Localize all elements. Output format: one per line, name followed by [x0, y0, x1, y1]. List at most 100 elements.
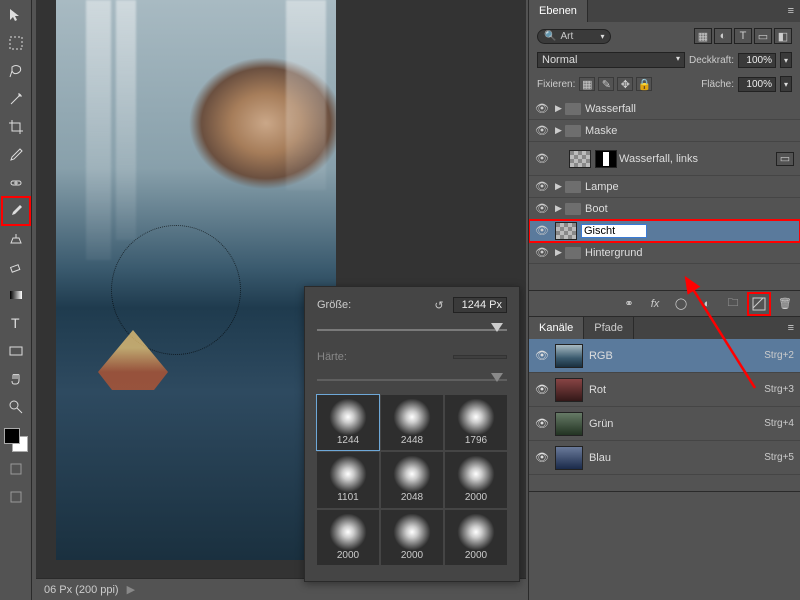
visibility-toggle-icon[interactable]: 👁	[535, 451, 549, 464]
expand-icon[interactable]: ▶	[555, 103, 565, 114]
visibility-toggle-icon[interactable]: 👁	[533, 224, 551, 237]
layer-effects-icon[interactable]: fx	[646, 295, 664, 313]
channel-list[interactable]: 👁RGBStrg+2👁RotStrg+3👁GrünStrg+4👁BlauStrg…	[529, 339, 800, 491]
delete-layer-icon[interactable]: 🗑	[776, 295, 794, 313]
brush-preset[interactable]: 1796	[445, 395, 507, 450]
layer-row[interactable]: 👁	[529, 220, 800, 242]
folder-icon	[565, 103, 581, 115]
filter-type-icon[interactable]: T	[734, 28, 752, 44]
zoom-tool[interactable]	[5, 396, 27, 418]
brush-preset[interactable]: 2000	[445, 510, 507, 565]
reset-size-icon[interactable]: ↺	[431, 297, 447, 313]
tab-paths[interactable]: Pfade	[584, 317, 634, 339]
blend-mode-dropdown[interactable]: Normal ▾	[537, 52, 685, 68]
brush-hardness-slider[interactable]	[317, 373, 507, 387]
panel-menu-icon[interactable]: ≡	[782, 322, 800, 334]
edit-toolbar-icon[interactable]	[5, 458, 27, 480]
gradient-tool[interactable]	[5, 284, 27, 306]
screen-mode-icon[interactable]	[5, 486, 27, 508]
visibility-toggle-icon[interactable]: 👁	[535, 349, 549, 362]
brush-hardness-input[interactable]	[453, 355, 507, 359]
eyedropper-tool[interactable]	[5, 144, 27, 166]
layer-row[interactable]: 👁▶Lampe	[529, 176, 800, 198]
layer-mask-icon[interactable]: ◯	[672, 295, 690, 313]
healing-brush-tool[interactable]	[5, 172, 27, 194]
brush-tool[interactable]	[5, 200, 27, 222]
filter-shape-icon[interactable]: ▭	[754, 28, 772, 44]
hand-tool[interactable]	[5, 368, 27, 390]
visibility-toggle-icon[interactable]: 👁	[533, 246, 551, 259]
lock-position-icon[interactable]: ✥	[617, 77, 633, 91]
brush-preset[interactable]: 2448	[381, 395, 443, 450]
lasso-tool[interactable]	[5, 60, 27, 82]
link-icon[interactable]: ▭	[776, 152, 794, 166]
channel-row[interactable]: 👁RGBStrg+2	[529, 339, 800, 373]
adjustment-layer-icon[interactable]: ◐	[698, 295, 716, 313]
type-tool[interactable]: T	[5, 312, 27, 334]
layer-row[interactable]: 👁 ▶ Boot	[529, 198, 800, 220]
expand-icon[interactable]: ▶	[555, 203, 565, 214]
visibility-toggle-icon[interactable]: 👁	[533, 180, 551, 193]
channel-row[interactable]: 👁RotStrg+3	[529, 373, 800, 407]
link-layers-icon[interactable]: ⚭	[620, 295, 638, 313]
layer-name: Boot	[585, 203, 608, 215]
document-canvas[interactable]	[56, 0, 336, 560]
filter-adjustment-icon[interactable]: ◐	[714, 28, 732, 44]
expand-icon[interactable]: ▶	[555, 125, 565, 136]
lock-pixels-icon[interactable]: ✎	[598, 77, 614, 91]
lock-all-icon[interactable]: 🔒	[636, 77, 652, 91]
brush-preset[interactable]: 2048	[381, 452, 443, 507]
channel-row[interactable]: 👁BlauStrg+5	[529, 441, 800, 475]
layer-filter-type[interactable]: 🔍 ▾	[537, 29, 611, 44]
clone-stamp-tool[interactable]	[5, 228, 27, 250]
folder-icon	[565, 203, 581, 215]
brush-size-input[interactable]: 1244 Px	[453, 297, 507, 313]
lock-transparent-icon[interactable]: ▦	[579, 77, 595, 91]
move-tool[interactable]	[5, 4, 27, 26]
channel-name: RGB	[589, 350, 613, 362]
layer-row[interactable]: 👁▶Maske	[529, 120, 800, 142]
brush-preset[interactable]: 2000	[445, 452, 507, 507]
eraser-tool[interactable]	[5, 256, 27, 278]
opacity-caret-icon[interactable]: ▾	[780, 52, 792, 68]
layer-row[interactable]: 👁▶Wasserfall	[529, 98, 800, 120]
layer-filter-input[interactable]	[560, 31, 596, 42]
visibility-toggle-icon[interactable]: 👁	[535, 417, 549, 430]
layer-thumbnail[interactable]	[569, 150, 591, 168]
filter-smart-icon[interactable]: ◧	[774, 28, 792, 44]
marquee-tool[interactable]	[5, 32, 27, 54]
crop-tool[interactable]	[5, 116, 27, 138]
fill-input[interactable]: 100%	[738, 77, 776, 92]
visibility-toggle-icon[interactable]: 👁	[533, 124, 551, 137]
rectangle-tool[interactable]	[5, 340, 27, 362]
expand-icon[interactable]: ▶	[555, 181, 565, 192]
visibility-toggle-icon[interactable]: 👁	[533, 102, 551, 115]
visibility-toggle-icon[interactable]: 👁	[533, 202, 551, 215]
visibility-toggle-icon[interactable]: 👁	[533, 152, 551, 165]
channel-row[interactable]: 👁GrünStrg+4	[529, 407, 800, 441]
panel-menu-icon[interactable]: ≡	[782, 5, 800, 17]
layer-thumbnail[interactable]	[555, 222, 577, 240]
visibility-toggle-icon[interactable]: 👁	[535, 383, 549, 396]
new-layer-icon[interactable]	[750, 295, 768, 313]
layer-name-input[interactable]	[581, 224, 647, 238]
tab-layers[interactable]: Ebenen	[529, 0, 588, 22]
brush-preset[interactable]: 2000	[381, 510, 443, 565]
magic-wand-tool[interactable]	[5, 88, 27, 110]
tab-channels[interactable]: Kanäle	[529, 317, 584, 339]
brush-preset[interactable]: 2000	[317, 510, 379, 565]
layer-list[interactable]: 👁▶Wasserfall👁▶Maske👁Wasserfall, links▭👁▶…	[529, 98, 800, 290]
opacity-input[interactable]: 100%	[738, 53, 776, 68]
layer-row[interactable]: 👁Wasserfall, links▭	[529, 142, 800, 176]
layer-row[interactable]: 👁▶Hintergrund	[529, 242, 800, 264]
brush-preset[interactable]: 1101	[317, 452, 379, 507]
expand-icon[interactable]: ▶	[555, 247, 565, 258]
filter-pixel-icon[interactable]: ▦	[694, 28, 712, 44]
fill-caret-icon[interactable]: ▾	[780, 76, 792, 92]
channel-thumbnail	[555, 378, 583, 402]
new-group-icon[interactable]: 🗀	[724, 295, 742, 313]
brush-size-slider[interactable]	[317, 323, 507, 337]
color-swatches[interactable]	[4, 428, 28, 452]
mask-thumbnail[interactable]	[595, 150, 617, 168]
brush-preset[interactable]: 1244	[317, 395, 379, 450]
